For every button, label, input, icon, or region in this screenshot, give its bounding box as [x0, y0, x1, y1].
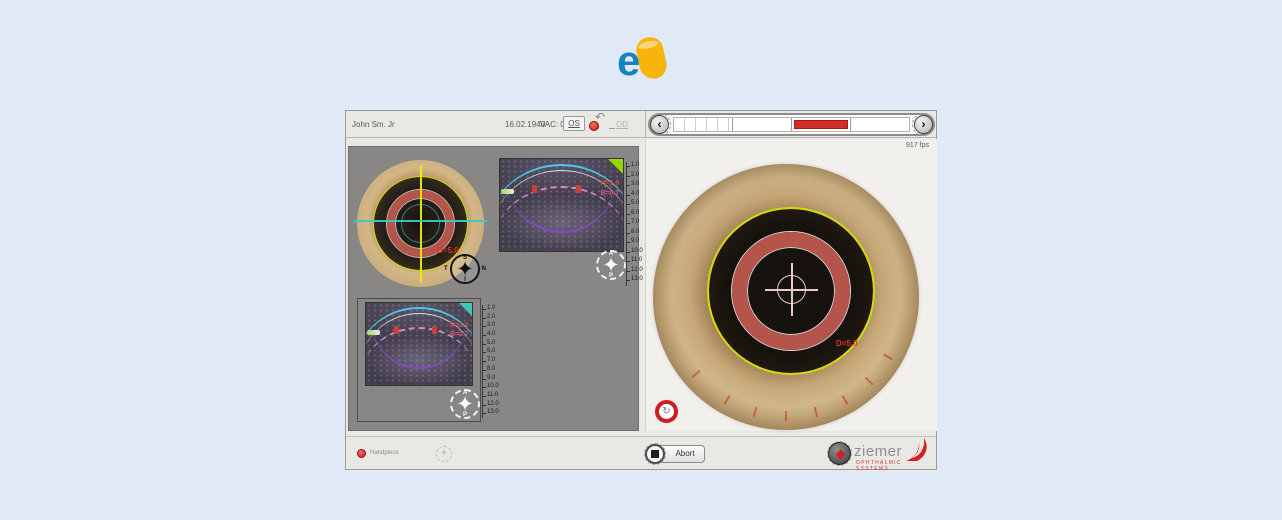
oct-scan-top: H=1.0 B=0.7	[499, 158, 624, 252]
ruler-tick-label: 3.0	[483, 322, 500, 331]
ruler-tick-label: 11.0	[483, 392, 500, 401]
camera-button[interactable]	[828, 442, 851, 465]
progress-track	[673, 117, 910, 132]
cut-edge-marker	[576, 185, 581, 193]
ruler-tick-label: 4.0	[627, 191, 644, 201]
logo-letter: e	[617, 40, 640, 82]
ruler-tick-label: 3.0	[627, 181, 644, 191]
depth-ruler: 1.02.03.04.05.06.07.08.09.010.011.012.01…	[626, 162, 644, 286]
ruler-tick-label: 8.0	[483, 366, 500, 375]
ruler-tick-label: 13.0	[483, 409, 500, 418]
topbar-divider	[645, 111, 646, 138]
top-bar: John Sm. Jr 16.02.1940 VAC: 0.28 OS ↶ OD…	[346, 111, 936, 138]
compass-letter: S	[452, 255, 478, 261]
bed-label: B=0.7	[600, 190, 619, 197]
crosshair-circle	[777, 275, 806, 304]
cut-edge-marker	[432, 326, 437, 334]
vertical-axis-overlay	[420, 165, 422, 283]
cut-edge-marker	[394, 326, 399, 334]
compass-letter: A	[452, 390, 478, 396]
instrument-marker	[367, 330, 380, 335]
corner-flag-icon	[459, 303, 472, 316]
ruler-tick-label: 12.0	[627, 267, 644, 277]
record-diamond-icon	[836, 450, 846, 460]
overview-panel: D=5.0 ✦ S N I T H=1.0 B=0.7	[348, 146, 639, 431]
procedure-progress-bar: ‹ ›	[648, 113, 935, 136]
hinge-label: H=1.0	[450, 322, 469, 329]
red-eye-icon	[589, 121, 599, 131]
ruler-tick-label: 2.0	[483, 314, 500, 323]
ruler-tick-label: 10.0	[627, 248, 644, 258]
ruler-tick-label: 11.0	[627, 257, 644, 267]
ruler-tick-label: 13.0	[627, 276, 644, 286]
oct-scan-bottom-frame: H=1.0 B=0.7 ✦ A P	[357, 298, 481, 422]
orientation-compass-icon: ✦ S N I T	[450, 254, 480, 284]
instrument-marker	[501, 189, 514, 194]
ruler-tick-label: 6.0	[483, 348, 500, 357]
ziemer-logo-text: ziemer	[854, 443, 902, 460]
ruler-tick-label: 7.0	[627, 219, 644, 229]
progress-segment-active	[792, 118, 851, 131]
progress-segment	[851, 118, 909, 131]
fps-readout: 917 fps	[906, 142, 929, 149]
hinge-label: H=1.0	[600, 180, 619, 187]
stop-icon[interactable]	[645, 444, 665, 464]
ruler-tick-label: 8.0	[627, 229, 644, 239]
next-step-button[interactable]: ›	[914, 115, 933, 134]
progress-segment	[733, 118, 792, 131]
ruler-tick-label: 12.0	[483, 401, 500, 410]
divider-dash	[609, 128, 615, 129]
ruler-tick-label: 10.0	[483, 383, 500, 392]
depth-ruler: 1.02.03.04.05.06.07.08.09.010.011.012.01…	[482, 305, 500, 418]
ruler-tick-label: 1.0	[627, 162, 644, 172]
rim-ink-mark	[785, 411, 787, 421]
ruler-tick-label: 5.0	[483, 340, 500, 349]
od-eye-button[interactable]: OD	[616, 120, 628, 129]
ruler-tick-label: 6.0	[627, 210, 644, 220]
scan-orientation-compass-icon: ✦ A P	[450, 389, 480, 419]
ruler-tick-label: 9.0	[627, 238, 644, 248]
compass-letter: I	[452, 277, 478, 283]
diameter-label: D=5.0	[836, 339, 858, 348]
diameter-label: D=5.0	[437, 246, 459, 255]
bottom-bar: Handpiece ✦ Abort ziemer OPHTHALMIC SYST…	[346, 436, 936, 469]
progress-active-fill	[794, 120, 848, 129]
cut-edge-marker	[532, 185, 537, 193]
eye-live-video: D=5.0	[653, 164, 919, 430]
stop-square	[651, 450, 659, 458]
compass-letter: N	[482, 266, 486, 272]
inactive-compass-icon: ✦	[436, 446, 452, 462]
patient-name: John Sm. Jr	[352, 120, 395, 129]
compass-letter: A	[598, 251, 624, 257]
app-window: John Sm. Jr 16.02.1940 VAC: 0.28 OS ↶ OD…	[345, 110, 937, 470]
ruler-tick-label: 4.0	[483, 331, 500, 340]
ep-brand-logo: e	[617, 36, 671, 86]
eye-switch-button[interactable]: ↶	[587, 113, 609, 134]
status-label: Handpiece	[370, 450, 399, 456]
horizontal-axis-overlay	[354, 220, 487, 222]
ruler-tick-label: 2.0	[627, 172, 644, 182]
live-view-panel: 917 fps D=5.0 ↻	[645, 139, 937, 431]
page-background: e John Sm. Jr 16.02.1940 VAC: 0.28 OS ↶ …	[0, 0, 1282, 520]
compass-letter: P	[452, 412, 478, 418]
bed-label: B=0.7	[450, 331, 469, 338]
ruler-tick-label: 7.0	[483, 357, 500, 366]
os-eye-button[interactable]: OS	[563, 116, 585, 131]
ruler-tick-label: 1.0	[483, 305, 500, 314]
previous-step-button[interactable]: ‹	[650, 115, 669, 134]
compass-letter: T	[444, 266, 448, 272]
corner-flag-icon	[608, 159, 623, 174]
scan-orientation-compass-icon: ✦ A P	[596, 250, 626, 280]
oct-scan-bottom: H=1.0 B=0.7	[365, 302, 473, 386]
progress-segment	[674, 118, 733, 131]
replay-record-button[interactable]: ↻	[655, 400, 678, 423]
status-led-icon	[357, 449, 366, 458]
compass-letter: P	[598, 273, 624, 279]
ruler-tick-label: 9.0	[483, 375, 500, 384]
ziemer-swoosh-icon	[902, 434, 930, 469]
ruler-tick-label: 5.0	[627, 200, 644, 210]
